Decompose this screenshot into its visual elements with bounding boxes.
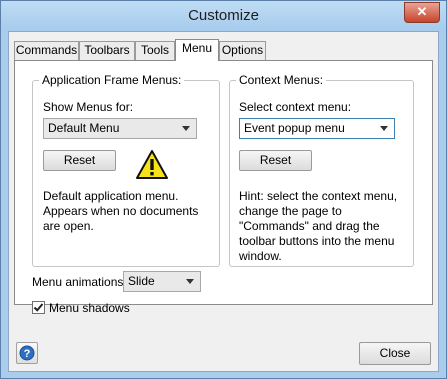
close-button[interactable]: Close xyxy=(359,342,431,365)
chevron-down-icon xyxy=(380,126,388,131)
tab-commands[interactable]: Commands xyxy=(14,41,79,60)
app-frame-menus-group: Application Frame Menus: Show Menus for:… xyxy=(32,73,220,267)
tab-options[interactable]: Options xyxy=(219,41,266,60)
dialog-body: Commands Toolbars Tools Menu Options App… xyxy=(8,31,439,372)
context-reset-button[interactable]: Reset xyxy=(239,150,312,171)
chevron-down-icon xyxy=(182,126,190,131)
show-menus-for-value: Default Menu xyxy=(48,121,120,135)
menu-animations-dropdown[interactable]: Slide xyxy=(123,271,201,292)
app-frame-legend: Application Frame Menus: xyxy=(39,73,185,87)
context-menu-dropdown[interactable]: Event popup menu xyxy=(239,118,395,139)
menu-animations-value: Slide xyxy=(128,274,155,288)
context-menus-legend: Context Menus: xyxy=(236,73,327,87)
title-bar[interactable]: Customize ✕ xyxy=(1,1,446,31)
window-title: Customize xyxy=(188,7,259,24)
tab-tools[interactable]: Tools xyxy=(135,41,175,60)
window-close-button[interactable]: ✕ xyxy=(404,2,440,23)
tab-menu[interactable]: Menu xyxy=(175,39,219,61)
menu-shadows-label: Menu shadows xyxy=(49,301,130,315)
tab-toolbars[interactable]: Toolbars xyxy=(79,41,135,60)
checkbox-box[interactable] xyxy=(32,301,45,314)
chevron-down-icon xyxy=(186,279,194,284)
help-button[interactable]: ? xyxy=(16,342,38,364)
menu-tab-panel: Application Frame Menus: Show Menus for:… xyxy=(14,60,433,315)
show-menus-for-dropdown[interactable]: Default Menu xyxy=(43,118,197,139)
warning-icon xyxy=(136,150,168,179)
app-frame-reset-button[interactable]: Reset xyxy=(43,150,116,171)
checkmark-icon xyxy=(33,303,44,312)
menu-shadows-checkbox[interactable]: Menu shadows xyxy=(32,301,142,317)
select-context-menu-label: Select context menu: xyxy=(239,100,352,114)
menu-animations-label: Menu animations: xyxy=(32,275,127,289)
show-menus-for-label: Show Menus for: xyxy=(43,100,134,114)
context-menus-group: Context Menus: Select context menu: Even… xyxy=(229,73,414,267)
app-frame-description: Default application menu. Appears when n… xyxy=(43,189,199,233)
customize-dialog: Customize ✕ Commands Toolbars Tools Menu… xyxy=(0,0,447,379)
context-menu-value: Event popup menu xyxy=(244,121,345,135)
help-icon: ? xyxy=(19,345,35,361)
svg-text:?: ? xyxy=(24,348,31,360)
context-hint-text: Hint: select the context menu, change th… xyxy=(239,189,398,263)
